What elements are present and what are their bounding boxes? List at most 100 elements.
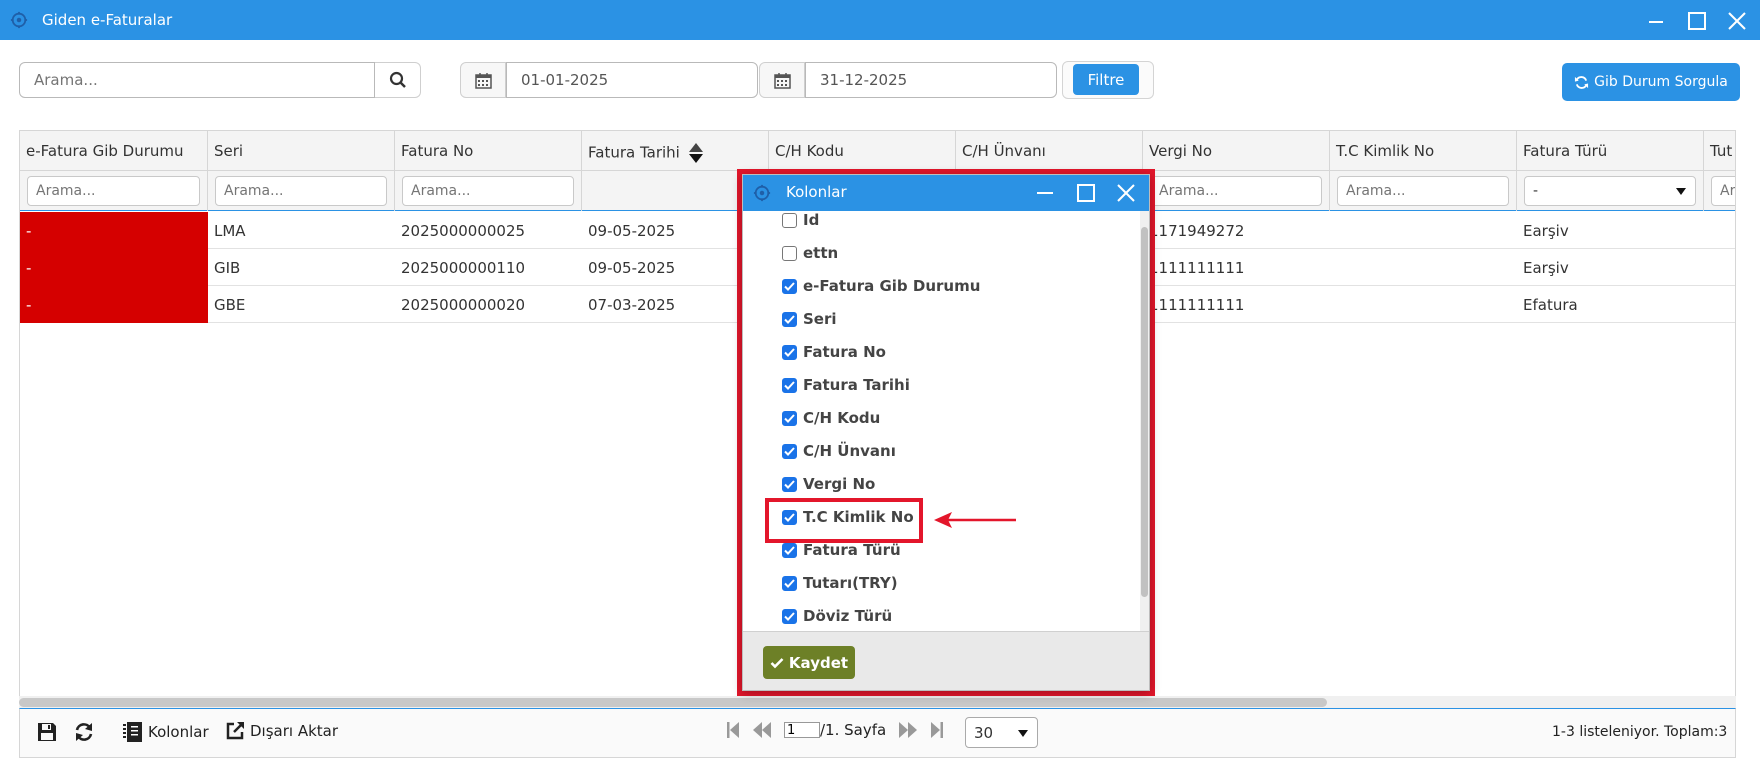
cell-seri: GBE — [214, 296, 246, 314]
column-option-id[interactable]: Id — [782, 211, 819, 231]
maximize-button[interactable] — [1684, 8, 1710, 34]
column-option-ettn[interactable]: ettn — [782, 242, 838, 264]
last-page-icon[interactable] — [930, 721, 944, 739]
column-option-vergi-no[interactable]: Vergi No — [782, 473, 875, 495]
cell-seri: LMA — [214, 222, 246, 240]
save-layout-button[interactable] — [36, 721, 58, 743]
column-option-fatura-no[interactable]: Fatura No — [782, 341, 886, 363]
filter-input-vergi-no[interactable] — [1150, 176, 1322, 206]
checkbox-unchecked-icon[interactable] — [782, 212, 797, 228]
start-date-calendar-button[interactable] — [460, 62, 506, 98]
gear-icon — [753, 184, 771, 202]
column-header-fatura-tarihi-label: Fatura Tarihi — [588, 143, 680, 162]
gear-icon — [10, 11, 28, 29]
filter-input-gib-status[interactable] — [27, 176, 200, 206]
column-option-doviz-turu[interactable]: Döviz Türü — [782, 605, 892, 627]
column-header-tc-kimlik-no[interactable]: T.C Kimlik No — [1330, 131, 1517, 171]
column-option-tutari[interactable]: Tutarı(TRY) — [782, 572, 898, 594]
checkbox-checked-icon[interactable] — [782, 344, 797, 360]
columns-book-icon — [123, 722, 142, 742]
column-option-fatura-tarihi[interactable]: Fatura Tarihi — [782, 374, 910, 396]
column-header-fatura-no[interactable]: Fatura No — [395, 131, 582, 171]
minimize-icon[interactable] — [1035, 183, 1055, 203]
column-option-ch-unvani[interactable]: C/H Ünvanı — [782, 440, 896, 462]
previous-page-icon[interactable] — [752, 721, 772, 739]
next-page-icon[interactable] — [898, 721, 918, 739]
column-header-tutar[interactable]: Tut — [1704, 131, 1735, 171]
page-size-value: 30 — [974, 724, 994, 742]
checkbox-checked-icon[interactable] — [782, 575, 797, 591]
refresh-icon — [1575, 75, 1589, 89]
export-button[interactable]: Dışarı Aktar — [226, 721, 338, 740]
cell-vergi-no: 1111111111 — [1149, 296, 1245, 314]
checkbox-checked-icon[interactable] — [782, 377, 797, 393]
gib-status-query-button[interactable]: Gib Durum Sorgula — [1562, 63, 1740, 101]
filter-button[interactable]: Filtre — [1073, 64, 1139, 95]
check-icon — [770, 657, 784, 668]
column-header-fatura-turu[interactable]: Fatura Türü — [1517, 131, 1704, 171]
first-page-icon[interactable] — [726, 721, 740, 739]
search-button[interactable] — [375, 62, 421, 98]
filter-input-tc-kimlik-no[interactable] — [1337, 176, 1509, 206]
columns-dialog-list: Id ettn e-Fatura Gib Durumu Seri Fatura … — [743, 211, 1149, 631]
refresh-button[interactable] — [73, 721, 95, 743]
filter-select-fatura-turu[interactable]: - — [1524, 176, 1696, 206]
filter-input-seri[interactable] — [215, 176, 387, 206]
cell-fatura-no: 2025000000025 — [401, 222, 526, 240]
checkbox-checked-icon[interactable] — [782, 608, 797, 624]
column-header-ch-unvani[interactable]: C/H Ünvanı — [956, 131, 1143, 171]
cell-fatura-turu: Earşiv — [1523, 259, 1569, 277]
columns-dialog: Kolonlar Id ettn e-Fatura Gib Durumu Ser… — [742, 174, 1150, 691]
column-option-label: Fatura No — [803, 343, 886, 361]
columns-dialog-footer: Kaydet — [743, 631, 1149, 690]
close-button[interactable] — [1724, 8, 1750, 34]
column-header-seri[interactable]: Seri — [208, 131, 395, 171]
maximize-icon[interactable] — [1076, 183, 1096, 203]
checkbox-checked-icon[interactable] — [782, 311, 797, 327]
sort-icon[interactable] — [688, 142, 704, 164]
column-option-label: Vergi No — [803, 475, 876, 493]
page-number-input[interactable] — [784, 722, 820, 738]
horizontal-scrollbar-thumb[interactable] — [19, 698, 1327, 707]
column-header-vergi-no[interactable]: Vergi No — [1143, 131, 1330, 171]
column-option-ch-kodu[interactable]: C/H Kodu — [782, 407, 880, 429]
checkbox-checked-icon[interactable] — [782, 476, 797, 492]
maximize-icon — [1688, 12, 1706, 30]
end-date-input[interactable] — [805, 62, 1057, 98]
column-option-label: Fatura Tarihi — [803, 376, 910, 394]
checkbox-checked-icon[interactable] — [782, 278, 797, 294]
checkbox-unchecked-icon[interactable] — [782, 245, 797, 261]
checkbox-checked-icon[interactable] — [782, 410, 797, 426]
column-option-gib-status[interactable]: e-Fatura Gib Durumu — [782, 275, 980, 297]
start-date-input[interactable] — [506, 62, 758, 98]
column-header-fatura-tarihi[interactable]: Fatura Tarihi — [582, 131, 769, 171]
end-date-calendar-button[interactable] — [759, 62, 805, 98]
filter-input-fatura-no[interactable] — [402, 176, 574, 206]
chevron-down-icon — [1676, 188, 1686, 195]
close-icon[interactable] — [1116, 183, 1136, 203]
column-option-seri[interactable]: Seri — [782, 308, 837, 330]
columns-dialog-scrollbar-thumb[interactable] — [1141, 227, 1148, 597]
checkbox-checked-icon[interactable] — [782, 542, 797, 558]
chevron-down-icon — [1018, 730, 1028, 737]
column-option-label: C/H Ünvanı — [803, 442, 896, 460]
column-header-gib-status[interactable]: e-Fatura Gib Durumu — [20, 131, 208, 171]
page-size-select[interactable]: 30 — [965, 717, 1038, 748]
columns-dialog-scrollbar[interactable] — [1140, 211, 1149, 631]
column-option-label: Döviz Türü — [803, 607, 893, 625]
pagination: /1. Sayfa — [726, 721, 944, 739]
search-input[interactable] — [19, 62, 375, 98]
save-columns-button[interactable]: Kaydet — [763, 646, 855, 679]
column-header-ch-kodu[interactable]: C/H Kodu — [769, 131, 956, 171]
window-titlebar: Giden e-Faturalar — [0, 0, 1760, 40]
minimize-button[interactable] — [1643, 8, 1669, 34]
cell-gib-status: - — [20, 249, 208, 286]
columns-button[interactable]: Kolonlar — [123, 721, 209, 743]
close-icon — [1728, 12, 1746, 30]
cell-gib-status: - — [20, 286, 208, 323]
grid-header: e-Fatura Gib Durumu Seri Fatura No Fatur… — [20, 131, 1735, 171]
external-link-icon — [226, 722, 244, 740]
horizontal-scrollbar[interactable] — [19, 696, 1736, 708]
filter-input-tutar[interactable] — [1711, 176, 1735, 206]
checkbox-checked-icon[interactable] — [782, 443, 797, 459]
